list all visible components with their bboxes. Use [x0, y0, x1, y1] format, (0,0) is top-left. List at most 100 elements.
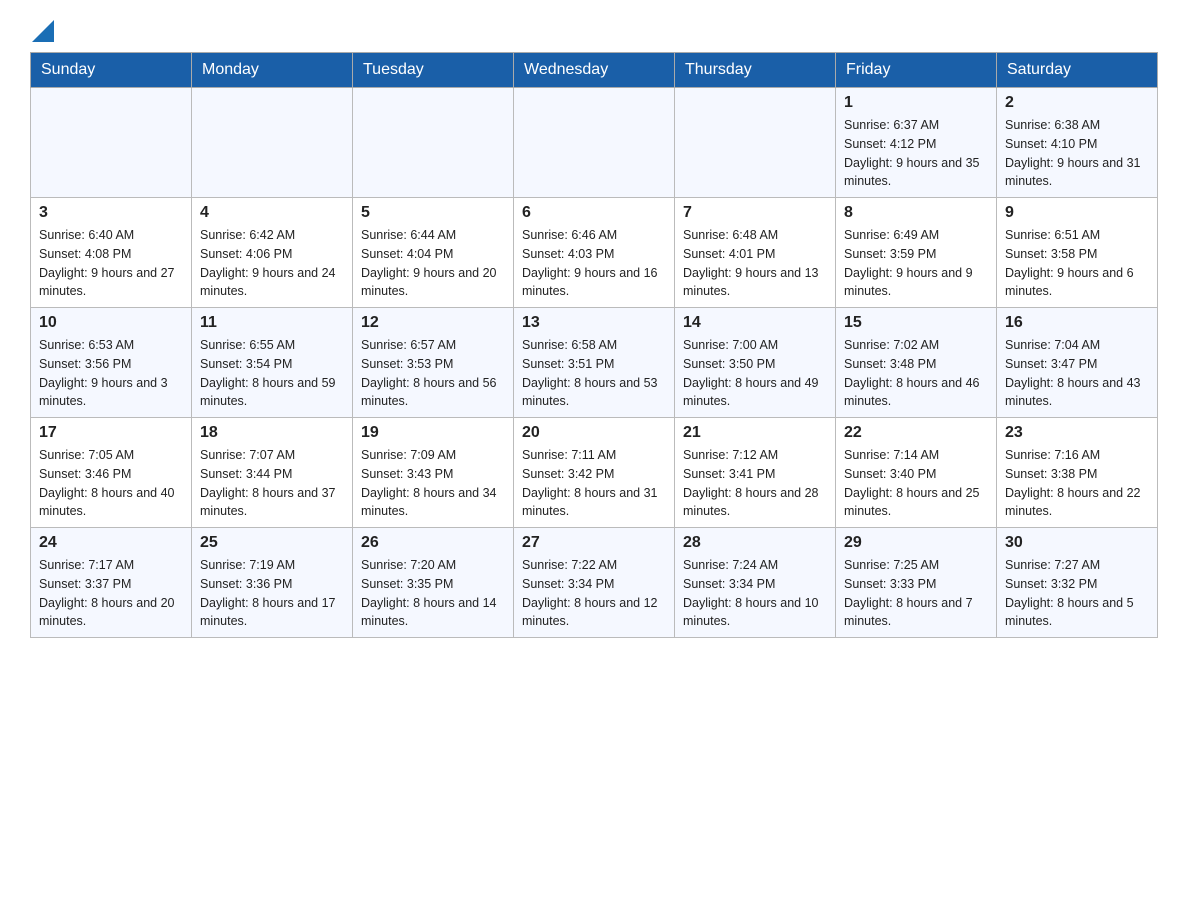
calendar-cell: 17 Sunrise: 7:05 AMSunset: 3:46 PMDayligh…	[31, 418, 192, 528]
day-number: 26	[361, 534, 505, 552]
calendar-cell: 16 Sunrise: 7:04 AMSunset: 3:47 PMDayligh…	[997, 308, 1158, 418]
day-number: 8	[844, 204, 988, 222]
day-number: 3	[39, 204, 183, 222]
day-info: Sunrise: 6:51 AMSunset: 3:58 PMDaylight:…	[1005, 226, 1149, 301]
calendar-cell: 10 Sunrise: 6:53 AMSunset: 3:56 PMDayligh…	[31, 308, 192, 418]
day-number: 2	[1005, 94, 1149, 112]
weekday-header-thursday: Thursday	[675, 53, 836, 88]
calendar-cell: 12 Sunrise: 6:57 AMSunset: 3:53 PMDayligh…	[353, 308, 514, 418]
calendar-cell: 1Sunrise: 6:37 AMSunset: 4:12 PMDaylight…	[836, 88, 997, 198]
calendar-week-row: 1Sunrise: 6:37 AMSunset: 4:12 PMDaylight…	[31, 88, 1158, 198]
day-number: 15	[844, 314, 988, 332]
day-number: 14	[683, 314, 827, 332]
calendar-cell: 29 Sunrise: 7:25 AMSunset: 3:33 PMDayligh…	[836, 528, 997, 638]
day-number: 29	[844, 534, 988, 552]
weekday-header-tuesday: Tuesday	[353, 53, 514, 88]
calendar-cell: 25 Sunrise: 7:19 AMSunset: 3:36 PMDayligh…	[192, 528, 353, 638]
day-info: Sunrise: 6:57 AMSunset: 3:53 PMDaylight:…	[361, 336, 505, 411]
calendar-cell	[192, 88, 353, 198]
calendar-cell: 13Sunrise: 6:58 AMSunset: 3:51 PMDayligh…	[514, 308, 675, 418]
calendar-cell: 4 Sunrise: 6:42 AMSunset: 4:06 PMDaylight…	[192, 198, 353, 308]
day-info: Sunrise: 6:53 AMSunset: 3:56 PMDaylight:…	[39, 336, 183, 411]
day-info: Sunrise: 6:40 AMSunset: 4:08 PMDaylight:…	[39, 226, 183, 301]
calendar-cell: 8 Sunrise: 6:49 AMSunset: 3:59 PMDaylight…	[836, 198, 997, 308]
day-number: 28	[683, 534, 827, 552]
day-number: 24	[39, 534, 183, 552]
day-info: Sunrise: 6:49 AMSunset: 3:59 PMDaylight:…	[844, 226, 988, 301]
day-number: 16	[1005, 314, 1149, 332]
day-info: Sunrise: 7:25 AMSunset: 3:33 PMDaylight:…	[844, 556, 988, 631]
day-number: 23	[1005, 424, 1149, 442]
calendar-cell	[31, 88, 192, 198]
day-number: 17	[39, 424, 183, 442]
day-info: Sunrise: 6:46 AMSunset: 4:03 PMDaylight:…	[522, 226, 666, 301]
day-number: 4	[200, 204, 344, 222]
day-number: 20	[522, 424, 666, 442]
calendar-header-row: SundayMondayTuesdayWednesdayThursdayFrid…	[31, 53, 1158, 88]
calendar-cell: 14 Sunrise: 7:00 AMSunset: 3:50 PMDayligh…	[675, 308, 836, 418]
calendar-cell	[675, 88, 836, 198]
logo-triangle-icon	[32, 20, 54, 42]
day-info: Sunrise: 7:14 AMSunset: 3:40 PMDaylight:…	[844, 446, 988, 521]
calendar-cell: 3 Sunrise: 6:40 AMSunset: 4:08 PMDaylight…	[31, 198, 192, 308]
calendar-cell: 30 Sunrise: 7:27 AMSunset: 3:32 PMDayligh…	[997, 528, 1158, 638]
logo	[30, 20, 54, 42]
day-info: Sunrise: 7:17 AMSunset: 3:37 PMDaylight:…	[39, 556, 183, 631]
calendar-cell: 7 Sunrise: 6:48 AMSunset: 4:01 PMDaylight…	[675, 198, 836, 308]
day-info: Sunrise: 6:38 AMSunset: 4:10 PMDaylight:…	[1005, 116, 1149, 191]
day-info: Sunrise: 7:09 AMSunset: 3:43 PMDaylight:…	[361, 446, 505, 521]
day-number: 1	[844, 94, 988, 112]
day-info: Sunrise: 7:16 AMSunset: 3:38 PMDaylight:…	[1005, 446, 1149, 521]
calendar-cell: 6Sunrise: 6:46 AMSunset: 4:03 PMDaylight…	[514, 198, 675, 308]
calendar-cell: 26Sunrise: 7:20 AMSunset: 3:35 PMDayligh…	[353, 528, 514, 638]
calendar-cell: 15 Sunrise: 7:02 AMSunset: 3:48 PMDayligh…	[836, 308, 997, 418]
day-number: 30	[1005, 534, 1149, 552]
calendar-cell: 19 Sunrise: 7:09 AMSunset: 3:43 PMDayligh…	[353, 418, 514, 528]
day-info: Sunrise: 7:22 AMSunset: 3:34 PMDaylight:…	[522, 556, 666, 631]
calendar-cell: 21 Sunrise: 7:12 AMSunset: 3:41 PMDayligh…	[675, 418, 836, 528]
day-number: 5	[361, 204, 505, 222]
calendar-week-row: 3 Sunrise: 6:40 AMSunset: 4:08 PMDaylight…	[31, 198, 1158, 308]
day-number: 9	[1005, 204, 1149, 222]
day-info: Sunrise: 7:27 AMSunset: 3:32 PMDaylight:…	[1005, 556, 1149, 631]
day-number: 7	[683, 204, 827, 222]
weekday-header-monday: Monday	[192, 53, 353, 88]
day-info: Sunrise: 7:24 AMSunset: 3:34 PMDaylight:…	[683, 556, 827, 631]
calendar-cell: 5 Sunrise: 6:44 AMSunset: 4:04 PMDaylight…	[353, 198, 514, 308]
day-info: Sunrise: 7:00 AMSunset: 3:50 PMDaylight:…	[683, 336, 827, 411]
day-info: Sunrise: 7:04 AMSunset: 3:47 PMDaylight:…	[1005, 336, 1149, 411]
calendar-cell: 11 Sunrise: 6:55 AMSunset: 3:54 PMDayligh…	[192, 308, 353, 418]
day-number: 10	[39, 314, 183, 332]
calendar-table: SundayMondayTuesdayWednesdayThursdayFrid…	[30, 52, 1158, 638]
calendar-cell: 9 Sunrise: 6:51 AMSunset: 3:58 PMDaylight…	[997, 198, 1158, 308]
page-header	[30, 20, 1158, 42]
calendar-cell: 18 Sunrise: 7:07 AMSunset: 3:44 PMDayligh…	[192, 418, 353, 528]
day-info: Sunrise: 7:05 AMSunset: 3:46 PMDaylight:…	[39, 446, 183, 521]
day-info: Sunrise: 6:42 AMSunset: 4:06 PMDaylight:…	[200, 226, 344, 301]
day-info: Sunrise: 6:58 AMSunset: 3:51 PMDaylight:…	[522, 336, 666, 411]
weekday-header-wednesday: Wednesday	[514, 53, 675, 88]
calendar-cell: 22 Sunrise: 7:14 AMSunset: 3:40 PMDayligh…	[836, 418, 997, 528]
calendar-week-row: 17 Sunrise: 7:05 AMSunset: 3:46 PMDayligh…	[31, 418, 1158, 528]
day-info: Sunrise: 6:55 AMSunset: 3:54 PMDaylight:…	[200, 336, 344, 411]
day-number: 12	[361, 314, 505, 332]
day-number: 21	[683, 424, 827, 442]
day-info: Sunrise: 7:02 AMSunset: 3:48 PMDaylight:…	[844, 336, 988, 411]
calendar-cell: 27 Sunrise: 7:22 AMSunset: 3:34 PMDayligh…	[514, 528, 675, 638]
day-info: Sunrise: 7:19 AMSunset: 3:36 PMDaylight:…	[200, 556, 344, 631]
day-info: Sunrise: 7:07 AMSunset: 3:44 PMDaylight:…	[200, 446, 344, 521]
day-info: Sunrise: 7:12 AMSunset: 3:41 PMDaylight:…	[683, 446, 827, 521]
calendar-week-row: 10 Sunrise: 6:53 AMSunset: 3:56 PMDayligh…	[31, 308, 1158, 418]
calendar-cell: 23 Sunrise: 7:16 AMSunset: 3:38 PMDayligh…	[997, 418, 1158, 528]
calendar-cell: 28 Sunrise: 7:24 AMSunset: 3:34 PMDayligh…	[675, 528, 836, 638]
day-info: Sunrise: 6:44 AMSunset: 4:04 PMDaylight:…	[361, 226, 505, 301]
day-number: 27	[522, 534, 666, 552]
day-info: Sunrise: 6:48 AMSunset: 4:01 PMDaylight:…	[683, 226, 827, 301]
calendar-cell	[353, 88, 514, 198]
day-number: 19	[361, 424, 505, 442]
day-number: 25	[200, 534, 344, 552]
day-number: 22	[844, 424, 988, 442]
day-number: 18	[200, 424, 344, 442]
day-number: 11	[200, 314, 344, 332]
calendar-week-row: 24 Sunrise: 7:17 AMSunset: 3:37 PMDayligh…	[31, 528, 1158, 638]
